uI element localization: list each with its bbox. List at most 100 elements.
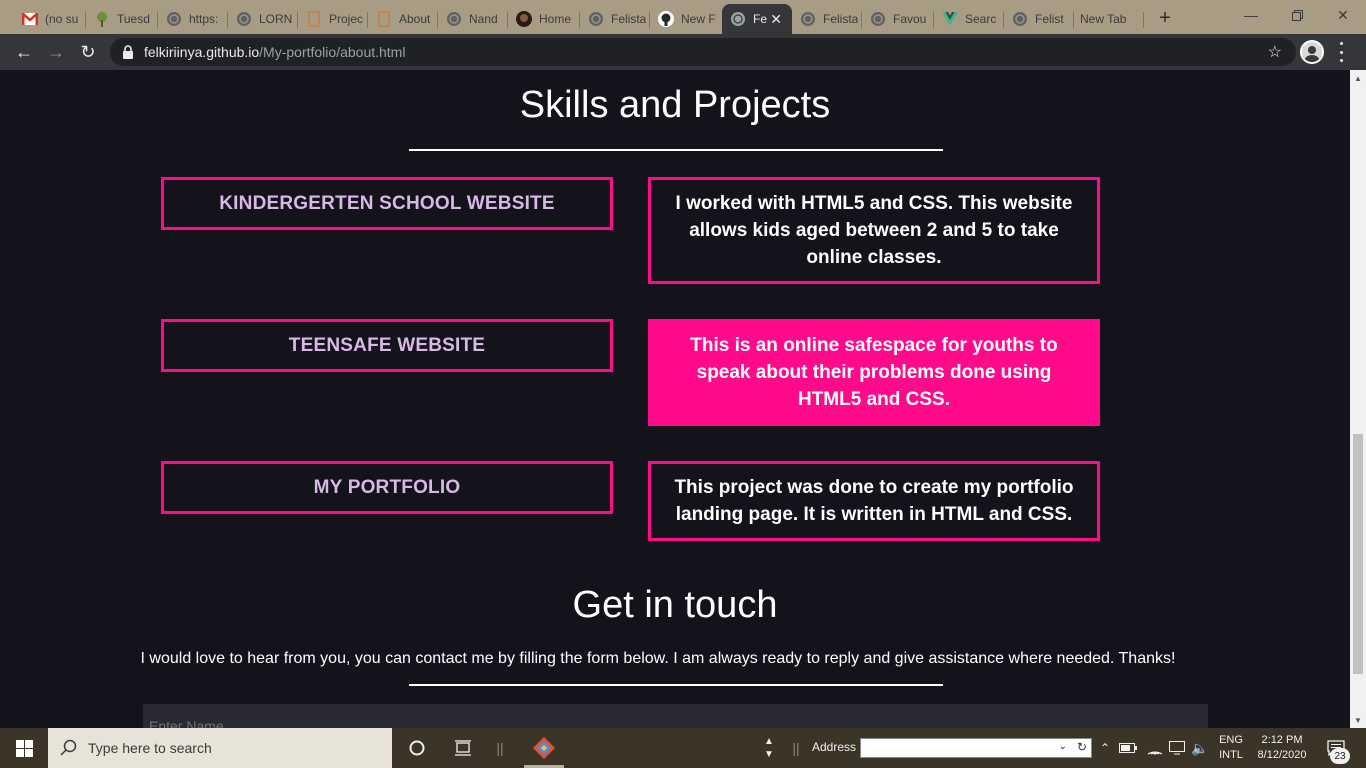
tab-title: Felista: [611, 12, 647, 26]
volume-icon[interactable]: 🔈: [1190, 728, 1210, 768]
profile-avatar[interactable]: [1300, 40, 1324, 64]
forward-arrow-icon: →: [47, 41, 65, 62]
scroll-up-icon[interactable]: ▲: [1354, 74, 1362, 83]
avatar-icon: [1304, 46, 1320, 62]
back-arrow-icon: ←: [15, 41, 33, 62]
minimize-icon: —: [1244, 7, 1258, 23]
document-icon: [306, 11, 322, 27]
globe-icon: [588, 11, 604, 27]
cortana-button[interactable]: [404, 728, 430, 768]
tab-title: https:: [189, 12, 219, 26]
tab[interactable]: Projec: [298, 4, 368, 34]
tab[interactable]: Felista: [580, 4, 650, 34]
tab-title: LORN: [259, 12, 293, 26]
language-code: ENG: [1219, 734, 1243, 746]
tab[interactable]: New Tab: [1074, 4, 1144, 34]
close-window-button[interactable]: ✕: [1320, 0, 1366, 30]
tab-title: Searc: [965, 12, 997, 26]
tab[interactable]: Nand: [438, 4, 508, 34]
show-hidden-icons-button[interactable]: ⌃: [1098, 728, 1112, 768]
toolbar-scroll[interactable]: ▲ ▼: [762, 728, 776, 768]
taskbar-search-box[interactable]: Type here to search: [48, 728, 392, 768]
skills-heading: Skills and Projects: [519, 84, 831, 126]
reload-button[interactable]: ↻: [74, 38, 102, 66]
refresh-icon[interactable]: ↻: [1077, 740, 1087, 754]
restore-icon: [1291, 9, 1303, 21]
close-tab-icon[interactable]: ✕: [770, 11, 782, 28]
address-toolbar-input[interactable]: ⌄ ↻: [860, 738, 1092, 758]
browser-menu-button[interactable]: [1338, 42, 1344, 62]
scroll-down-icon[interactable]: ▼: [1354, 716, 1362, 725]
url-host: felkiriinya.github.io: [144, 44, 260, 60]
gmail-icon: [22, 11, 38, 27]
address-bar[interactable]: felkiriinya.github.io/My-portfolio/about…: [110, 38, 1296, 66]
globe-icon: [870, 11, 886, 27]
tab-active[interactable]: Fe ✕: [722, 4, 792, 34]
tab[interactable]: Favou: [862, 4, 934, 34]
tab[interactable]: (no su: [14, 4, 86, 34]
new-tab-button[interactable]: +: [1153, 6, 1177, 30]
tab-title: Nand: [469, 12, 498, 26]
project-button-portfolio[interactable]: MY PORTFOLIO: [161, 461, 613, 514]
tab[interactable]: About: [368, 4, 438, 34]
bookmark-star-icon[interactable]: ☆: [1268, 42, 1282, 62]
input-language[interactable]: ENG INTL: [1214, 733, 1248, 763]
task-view-button[interactable]: [450, 728, 476, 768]
back-button[interactable]: ←: [10, 38, 38, 66]
forward-button[interactable]: →: [42, 38, 70, 66]
tree-icon: [94, 11, 110, 27]
name-input[interactable]: [143, 704, 1208, 728]
display-icon[interactable]: [1168, 728, 1186, 768]
heading-divider: [409, 149, 943, 151]
project-description-highlighted: This is an online safespace for youths t…: [648, 319, 1100, 426]
clock-date: 8/12/2020: [1257, 749, 1307, 761]
tab[interactable]: New F: [650, 4, 722, 34]
chevron-down-icon[interactable]: ⌄: [1059, 741, 1067, 752]
project-button-kindergarten[interactable]: KINDERGERTEN SCHOOL WEBSITE: [161, 177, 613, 230]
globe-icon: [1012, 11, 1028, 27]
battery-icon[interactable]: [1118, 728, 1138, 768]
taskbar: Type here to search || ▲ ▼ || Address ⌄ ↻…: [0, 728, 1366, 768]
contact-heading: Get in touch: [572, 584, 778, 626]
tab[interactable]: Tuesd: [86, 4, 158, 34]
tab-strip: (no su Tuesd https: LORN Projec About Na…: [0, 0, 1366, 34]
tab-title: Felist: [1035, 12, 1064, 26]
tab-title: Home: [539, 12, 572, 26]
clock[interactable]: 2:12 PM 8/12/2020: [1250, 733, 1314, 763]
cortana-circle-icon: [409, 740, 425, 756]
tab[interactable]: Home: [508, 4, 580, 34]
clock-time: 2:12 PM: [1261, 734, 1303, 746]
keyboard-layout: INTL: [1219, 749, 1243, 761]
tab-title: Tuesd: [117, 12, 150, 26]
page-scrollbar[interactable]: ▲ ▼: [1350, 70, 1366, 728]
project-button-teensafe[interactable]: TEENSAFE WEBSITE: [161, 319, 613, 372]
tab[interactable]: Felist: [1004, 4, 1074, 34]
browser-toolbar: ← → ↻ felkiriinya.github.io/My-portfolio…: [0, 34, 1366, 70]
project-description: This project was done to create my portf…: [648, 461, 1100, 541]
scroll-thumb[interactable]: [1353, 434, 1363, 674]
vuejs-icon: [942, 11, 958, 27]
minimize-button[interactable]: —: [1228, 0, 1274, 30]
start-button[interactable]: [0, 728, 48, 768]
globe-icon: [446, 11, 462, 27]
contact-text: I would love to hear from you, you can c…: [140, 650, 1176, 667]
tab-title: About: [399, 12, 431, 26]
tab[interactable]: LORN: [228, 4, 298, 34]
tab-title: Favou: [893, 12, 927, 26]
toolbar-grip-icon: ||: [496, 740, 504, 756]
close-icon: ✕: [1337, 6, 1349, 23]
chevron-up-icon: ⌃: [1099, 741, 1111, 755]
taskbar-app-git[interactable]: [528, 728, 560, 768]
restore-button[interactable]: [1274, 0, 1320, 30]
tab-title: (no su: [45, 12, 79, 26]
globe-icon: [166, 11, 182, 27]
page-content: Skills and Projects KINDERGERTEN SCHOOL …: [0, 70, 1350, 728]
tab[interactable]: Searc: [934, 4, 1004, 34]
wifi-icon[interactable]: [1146, 728, 1164, 768]
tab[interactable]: https:: [158, 4, 228, 34]
notification-count-badge: 23: [1330, 748, 1350, 764]
tab-title: New Tab: [1080, 12, 1127, 26]
contact-divider: [409, 684, 943, 686]
globe-icon: [800, 11, 816, 27]
tab[interactable]: Felista: [792, 4, 862, 34]
